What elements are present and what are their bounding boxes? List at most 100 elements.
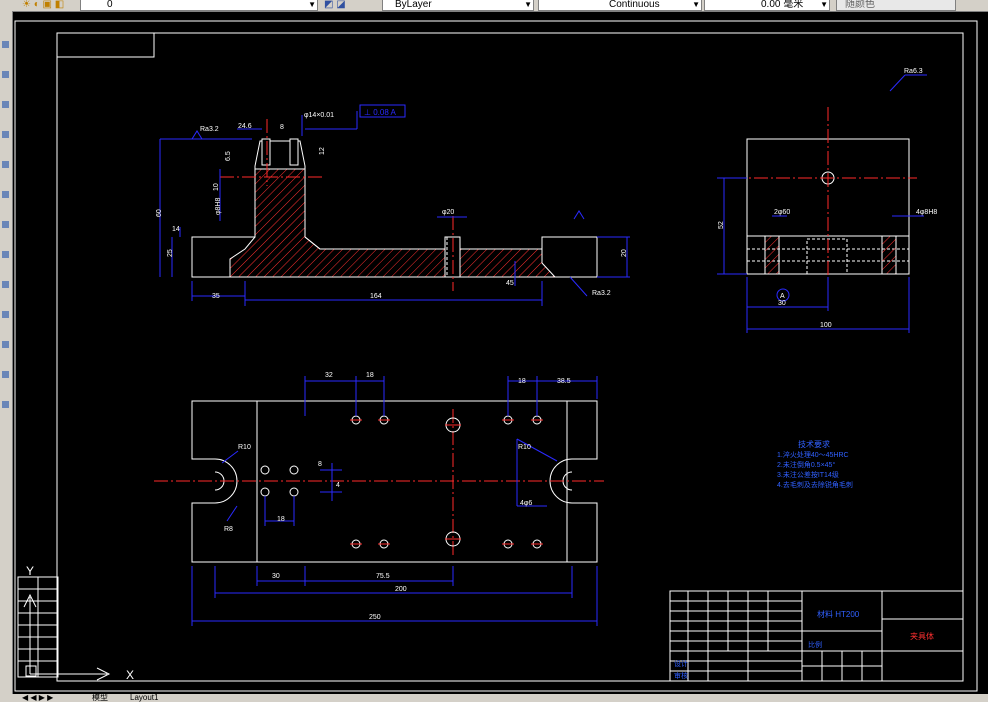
plan-dim-38-5: 38.5 xyxy=(557,378,571,385)
plan-dim-200: 200 xyxy=(395,586,407,593)
drawing-canvas[interactable]: ⊥ 0.08 A 24.6 8 φ14×0.01 Ra3.2 6.5 12 φ8… xyxy=(12,11,988,694)
side-hatch-right xyxy=(881,235,897,275)
dim-12: 12 xyxy=(319,147,326,155)
tech-item-4: 4.去毛刺及去除锐角毛刺 xyxy=(777,480,853,489)
side-dim-52: 52 xyxy=(718,221,725,229)
side-bore xyxy=(806,238,848,275)
dim-6-5: 6.5 xyxy=(225,151,232,161)
text-tool-icon[interactable] xyxy=(2,221,9,228)
dim-20: 20 xyxy=(621,249,628,257)
side-dim-100: 100 xyxy=(820,322,832,329)
layer-state-icons[interactable]: ☀ ◐ ▣ ◧ xyxy=(22,0,64,10)
plan-dim-r10: R10 xyxy=(238,444,251,451)
side-dim-phi8: 4φ8H8 xyxy=(916,209,937,216)
title-material: 材料 HT200 xyxy=(817,609,860,619)
linetype-value: Continuous xyxy=(609,0,660,10)
dim-25: 25 xyxy=(167,249,174,257)
polygon-tool-icon[interactable] xyxy=(2,161,9,168)
section-hatch xyxy=(229,168,557,278)
line-tool-icon[interactable] xyxy=(2,41,9,48)
tech-item-2: 2.未注倒角0.5×45° xyxy=(777,460,835,469)
region-tool-icon[interactable] xyxy=(2,251,9,258)
svg-text:X: X xyxy=(126,668,134,682)
side-dim-30: 30 xyxy=(778,300,786,307)
dim-60: 60 xyxy=(156,209,163,217)
side-dim-phi60: 2φ60 xyxy=(774,209,790,216)
dim-phi14: φ14×0.01 xyxy=(304,112,334,119)
section-view: ⊥ 0.08 A 24.6 8 φ14×0.01 Ra3.2 6.5 12 φ8… xyxy=(156,104,630,306)
dim-35: 35 xyxy=(212,293,220,300)
plan-dim-phi6: 4φ6 xyxy=(520,500,532,507)
dim-164: 164 xyxy=(370,293,382,300)
plan-dim-30: 30 xyxy=(272,573,280,580)
tech-title: 技术要求 xyxy=(798,439,830,449)
dim-8: 8 xyxy=(280,124,284,131)
plan-holes xyxy=(260,415,542,549)
title-drawn: 设计 xyxy=(674,659,688,668)
plan-dim-r10b: R10 xyxy=(518,444,531,451)
layer-value: 0 xyxy=(107,0,113,10)
side-hatch-left xyxy=(764,235,780,275)
tech-requirements: 技术要求 1.淬火处理40～45HRC 2.未注倒角0.5×45° 3.未注公差… xyxy=(777,439,853,489)
plan-dim-250: 250 xyxy=(369,614,381,621)
dim-14: 14 xyxy=(172,226,180,233)
plan-dim-75: 75.5 xyxy=(376,573,390,580)
tech-item-1: 1.淬火处理40～45HRC xyxy=(777,450,849,459)
point-tool-icon[interactable] xyxy=(2,341,9,348)
dim-24-6: 24.6 xyxy=(238,123,252,130)
slot-right xyxy=(289,138,299,166)
layout-tabs-bar: ◀ ◀ ▶ ▶ 模型 Layout1 xyxy=(12,694,988,702)
chevron-down-icon[interactable]: ▼ xyxy=(308,0,316,9)
plan-dim-8: 8 xyxy=(318,461,322,468)
arc-tool-icon[interactable] xyxy=(2,71,9,78)
rectangle-tool-icon[interactable] xyxy=(2,131,9,138)
tab-layout1[interactable]: Layout1 xyxy=(130,694,158,702)
chevron-down-icon[interactable]: ▼ xyxy=(524,0,532,9)
linetype-combo[interactable]: Continuous ▼ xyxy=(538,0,702,11)
lineweight-combo[interactable]: 0.00 毫米 ▼ xyxy=(704,0,830,11)
plotstyle-combo[interactable]: 随颜色 xyxy=(836,0,956,11)
table-tool-icon[interactable] xyxy=(2,281,9,288)
hatch-tool-icon[interactable] xyxy=(2,191,9,198)
block-tool-icon[interactable] xyxy=(2,311,9,318)
tab-model[interactable]: 模型 xyxy=(92,694,108,702)
chevron-down-icon[interactable]: ▼ xyxy=(692,0,700,9)
corner-label-box xyxy=(56,32,155,58)
sheet-inner-border xyxy=(56,32,964,682)
title-checked: 审核 xyxy=(674,671,688,680)
plan-view: 32 18 18 38.5 R10 R10 8 4 18 R8 4φ6 30 7… xyxy=(154,372,604,626)
svg-text:Y: Y xyxy=(26,564,34,578)
ucs-panel xyxy=(17,576,59,678)
datum-letter: A xyxy=(780,293,785,300)
plan-dim-4: 4 xyxy=(336,482,340,489)
tech-item-3: 3.未注公差按IT14级 xyxy=(777,470,839,479)
dim-45: 45 xyxy=(506,280,514,287)
slot-left xyxy=(261,138,271,166)
plan-dim-r8: R8 xyxy=(224,526,233,533)
ucs-icon: X Y xyxy=(23,564,134,682)
plotstyle-value: 随颜色 xyxy=(845,0,875,10)
dim-10: 10 xyxy=(213,183,220,191)
plan-dim-32: 32 xyxy=(325,372,333,379)
ra-right: Ra3.2 xyxy=(592,290,611,297)
title-part-name: 夹具体 xyxy=(910,631,934,641)
nav-arrows-icon[interactable]: ◀ ◀ ▶ ▶ xyxy=(22,694,53,702)
spline-tool-icon[interactable] xyxy=(2,401,9,408)
title-scale: 比例 xyxy=(808,640,822,649)
ra-top: Ra3.2 xyxy=(200,126,219,133)
plan-hole-centers xyxy=(350,419,543,545)
color-value: ByLayer xyxy=(395,0,432,10)
insert-tool-icon[interactable] xyxy=(2,371,9,378)
layer-combo[interactable]: 0 ▼ xyxy=(80,0,318,11)
circle-tool-icon[interactable] xyxy=(2,101,9,108)
chevron-down-icon[interactable]: ▼ xyxy=(820,0,828,9)
layer-tools-icons[interactable]: ◩ ◪ xyxy=(324,0,346,10)
lineweight-value: 0.00 毫米 xyxy=(761,0,804,10)
dim-phi8h: φ8H8 xyxy=(215,198,222,215)
plan-dim-18b: 18 xyxy=(518,378,526,385)
side-view: A 2φ60 4φ8H8 52 30 100 Ra6.3 xyxy=(717,68,937,333)
dim-phi20: φ20 xyxy=(442,209,454,216)
side-ra-top: Ra6.3 xyxy=(904,68,923,75)
tolerance-frame-text: ⊥ 0.08 A xyxy=(364,108,397,117)
color-combo[interactable]: ByLayer ▼ xyxy=(382,0,534,11)
